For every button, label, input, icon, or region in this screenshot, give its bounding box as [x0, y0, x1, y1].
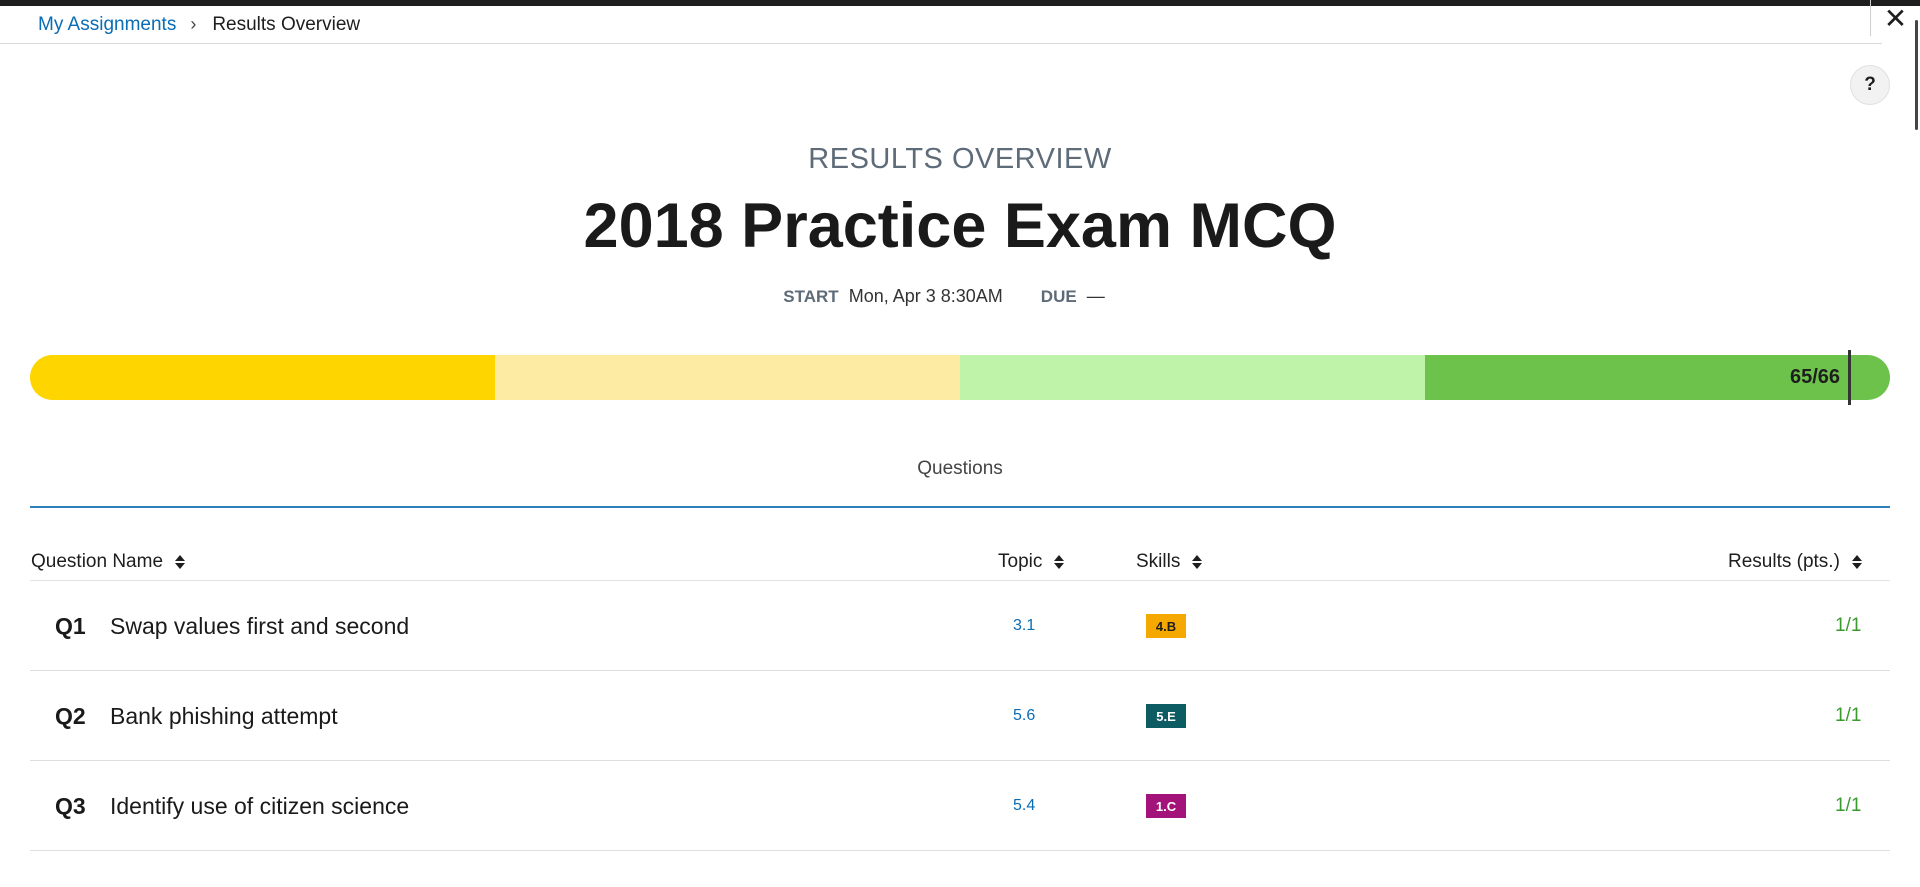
help-button[interactable]: ?: [1850, 65, 1890, 105]
scrollbar-thumb[interactable]: [1915, 20, 1918, 130]
score-segment-1: [30, 355, 495, 400]
column-header-question-name[interactable]: Question Name: [31, 551, 186, 573]
column-header-label: Question Name: [31, 551, 164, 572]
topic-link[interactable]: 5.6: [1013, 671, 1035, 761]
question-name: Bank phishing attempt: [110, 702, 338, 729]
page-title: 2018 Practice Exam MCQ: [583, 191, 1337, 261]
close-icon[interactable]: ✕: [1870, 0, 1920, 36]
column-header-skills[interactable]: Skills: [1136, 551, 1203, 573]
question-name: Identify use of citizen science: [110, 792, 410, 819]
skill-badge: 1.C: [1146, 794, 1186, 818]
question-number: Q3: [55, 792, 86, 819]
result-points: 1/1: [1835, 615, 1862, 636]
score-label: 65/66: [1790, 366, 1841, 388]
topic-link[interactable]: 3.1: [1013, 581, 1035, 671]
column-header-label: Skills: [1136, 551, 1181, 572]
result-points: 1/1: [1835, 705, 1862, 726]
table-row[interactable]: Q2 Bank phishing attempt 5.6 5.E 1/1: [30, 671, 1890, 761]
column-header-label: Results (pts.): [1728, 551, 1840, 572]
tab-questions[interactable]: Questions: [30, 458, 1890, 480]
column-header-topic[interactable]: Topic: [998, 551, 1065, 573]
breadcrumb-current: Results Overview: [212, 13, 361, 35]
page-overline: RESULTS OVERVIEW: [808, 143, 1112, 175]
due-value: —: [1086, 286, 1105, 306]
sort-icon: [1192, 555, 1203, 569]
assignment-dates: START Mon, Apr 3 8:30AM DUE —: [0, 286, 1920, 307]
skill-badge: 5.E: [1146, 704, 1186, 728]
start-label: START: [783, 286, 839, 306]
tab-active-underline: [30, 506, 1890, 508]
breadcrumb: My Assignments › Results Overview: [0, 6, 1882, 44]
chevron-right-icon: ›: [190, 14, 197, 34]
sort-icon: [1054, 555, 1065, 569]
question-name: Swap values first and second: [110, 612, 410, 639]
start-value: Mon, Apr 3 8:30AM: [848, 286, 1003, 306]
score-segment-2: [495, 355, 960, 400]
question-number: Q1: [55, 612, 86, 639]
table-row[interactable]: Q1 Swap values first and second 3.1 4.B …: [30, 581, 1890, 671]
score-progress-bar: 65/66: [30, 355, 1890, 400]
table-row[interactable]: Q3 Identify use of citizen science 5.4 1…: [30, 761, 1890, 851]
column-header-label: Topic: [998, 551, 1043, 572]
due-label: DUE: [1040, 286, 1077, 306]
topic-link[interactable]: 5.4: [1013, 761, 1035, 851]
result-points: 1/1: [1835, 795, 1862, 816]
column-header-results[interactable]: Results (pts.): [1728, 551, 1862, 573]
question-number: Q2: [55, 702, 86, 729]
skill-badge: 4.B: [1146, 614, 1186, 638]
score-segment-3: [960, 355, 1425, 400]
sort-icon: [175, 555, 186, 569]
breadcrumb-my-assignments-link[interactable]: My Assignments: [38, 14, 176, 36]
score-marker: [1848, 350, 1851, 405]
sort-icon: [1851, 555, 1862, 569]
